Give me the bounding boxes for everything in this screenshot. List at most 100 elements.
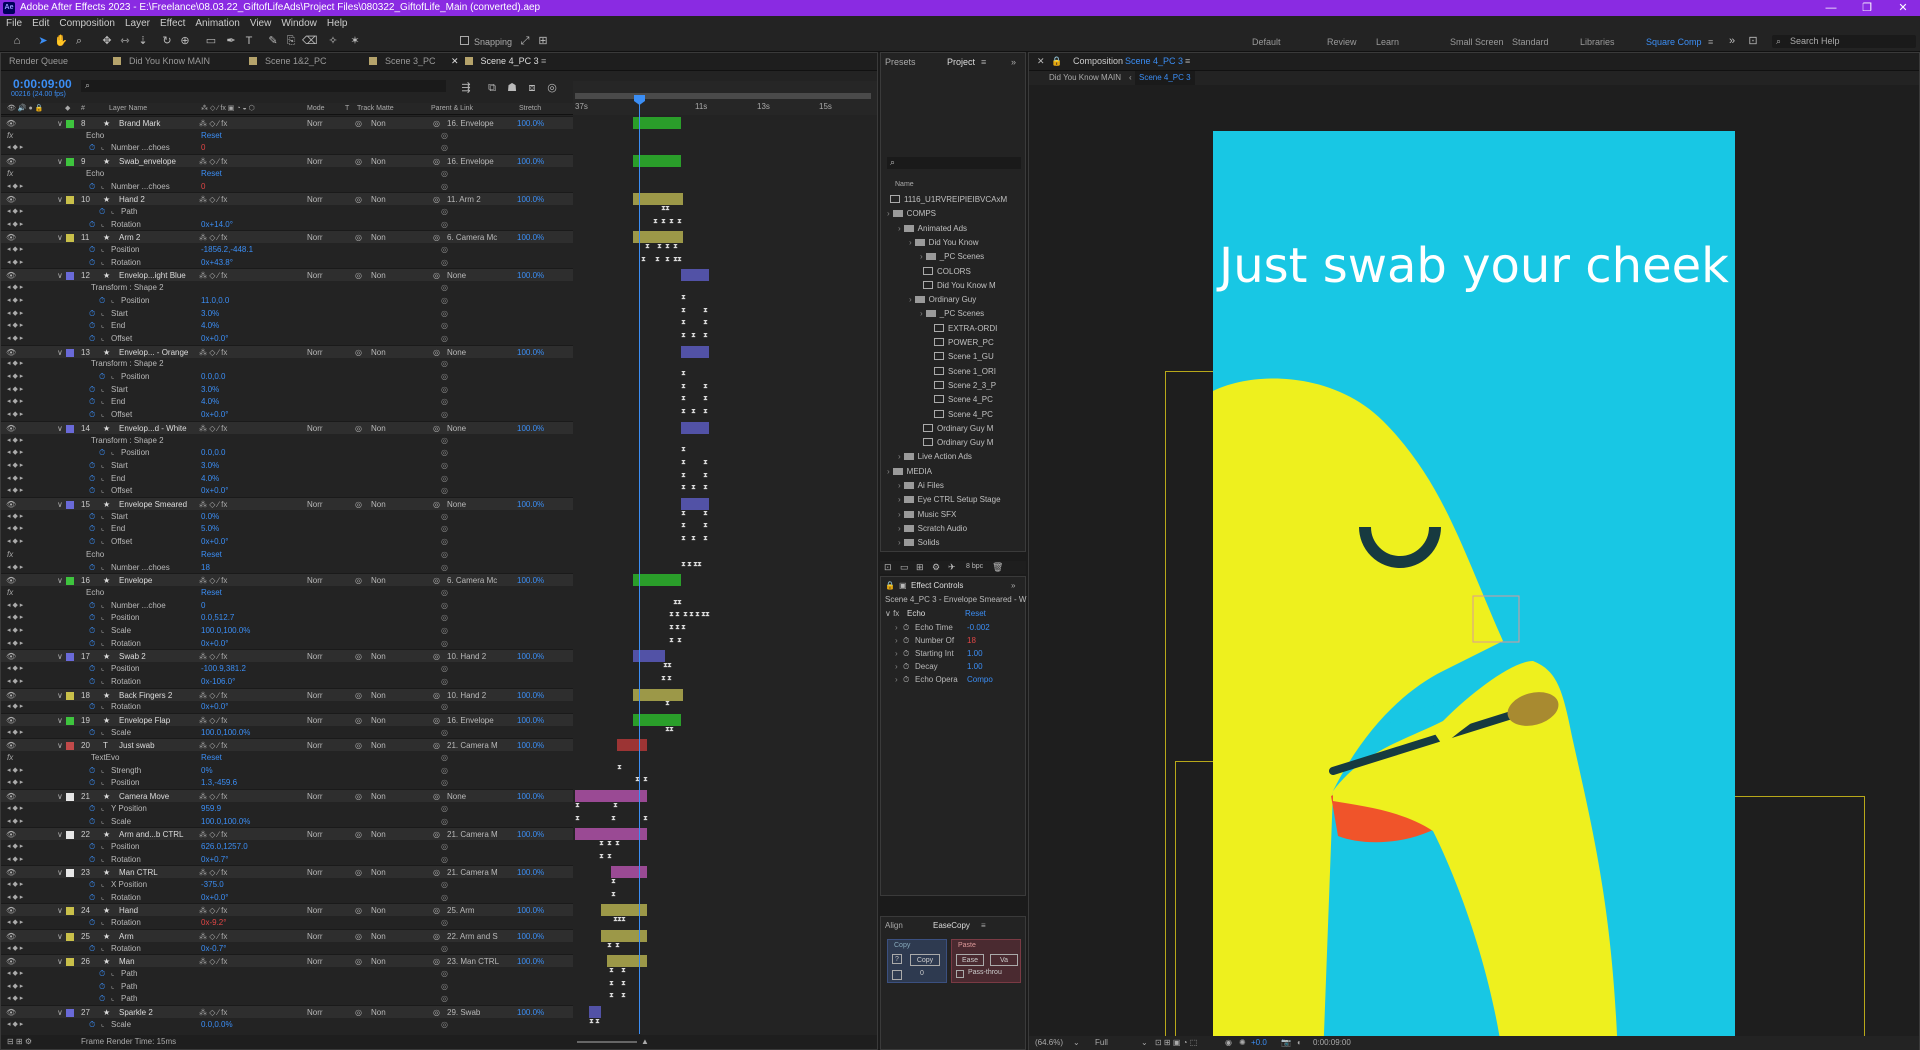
layer-row[interactable]: 👁 ∨ 8 ★ Brand Mark ⁂ ◇ ∕ fx Norr ◎ Non ◎ 16. Envel… [1, 116, 573, 129]
ease-button[interactable]: Ease [956, 954, 984, 966]
property-value[interactable]: 100.0,100.0% [201, 624, 250, 637]
layer-duration-bar[interactable] [633, 714, 681, 726]
chevron-icon[interactable]: › [887, 467, 890, 476]
property-row[interactable]: ◂ ◆ ▸ ⏱ ⌞ Position 11.0,0.0 ◎ [1, 294, 573, 307]
value-button[interactable]: Va [990, 954, 1018, 966]
keyframe-icon[interactable]: ⧗ [677, 218, 682, 226]
property-value[interactable]: 0x+0.0° [201, 700, 228, 713]
property-row[interactable]: ◂ ◆ ▸ ⏱ ⌞ Scale 100.0,100.0% ◎ [1, 624, 573, 637]
keyframe-icon[interactable]: ⧗ [703, 484, 708, 492]
anchor-tool-icon[interactable]: ⊕ [178, 34, 192, 48]
stopwatch-icon[interactable]: ⏱ [99, 205, 105, 218]
copy-button[interactable]: Copy [910, 954, 940, 966]
property-value[interactable]: 626.0,1257.0 [201, 840, 248, 853]
keyframe-nav-icon[interactable]: ◂ ◆ ▸ [7, 281, 23, 294]
label-color-icon[interactable] [66, 831, 74, 839]
keyframe-icon[interactable]: ⧗ [681, 408, 686, 416]
clipboard-icon[interactable] [892, 970, 902, 980]
project-item[interactable]: › Music SFX [898, 508, 956, 522]
keyframe-icon[interactable]: ⧗ [705, 611, 710, 619]
stopwatch-icon[interactable]: ⏱ [99, 967, 105, 980]
expression-pickwhip-icon[interactable]: ◎ [441, 294, 448, 307]
effect-property-value[interactable]: Compo [967, 675, 993, 684]
keyframe-icon[interactable]: ⧗ [681, 294, 686, 302]
stopwatch-icon[interactable]: ⏱ [89, 662, 95, 675]
tab-presets[interactable]: Presets [885, 57, 916, 67]
graph-icon[interactable]: ⌞ [111, 992, 114, 1005]
project-item[interactable]: › MEDIA [887, 465, 932, 479]
stopwatch-icon[interactable]: ⏱ [903, 675, 909, 685]
stopwatch-icon[interactable]: ⏱ [99, 446, 105, 459]
label-color-icon[interactable] [66, 869, 74, 877]
interpret-footage-icon[interactable]: ⊡ [884, 562, 892, 573]
graph-icon[interactable]: ⌞ [101, 332, 104, 345]
stopwatch-icon[interactable]: ⏱ [89, 840, 95, 853]
property-row[interactable]: ◂ ◆ ▸ ⏱ ⌞ End 4.0% ◎ [1, 395, 573, 408]
property-row[interactable]: fx Echo Reset ◎ [1, 586, 573, 599]
show-snapshot-icon[interactable]: ◐ [1297, 1036, 1302, 1050]
keyframe-nav-icon[interactable]: ◂ ◆ ▸ [7, 662, 23, 675]
property-row[interactable]: ◂ ◆ ▸ ⏱ ⌞ Rotation 0x-106.0° ◎ [1, 675, 573, 688]
label-color-icon[interactable] [66, 158, 74, 166]
property-value[interactable]: 0x-106.0° [201, 675, 235, 688]
property-row[interactable]: ◂ ◆ ▸ ⏱ ⌞ Offset 0x+0.0° ◎ [1, 484, 573, 497]
keyframe-icon[interactable]: ⧗ [681, 522, 686, 530]
project-item[interactable]: › Solids [898, 536, 939, 550]
menu-item-composition[interactable]: Composition [59, 18, 115, 29]
new-comp-icon[interactable]: ⊞ [916, 562, 924, 573]
project-item[interactable]: Scene 4_PC [931, 408, 993, 422]
pan-tool-icon[interactable]: ⇿ [118, 34, 132, 48]
lock-icon[interactable]: 🔒 [885, 581, 895, 590]
tab-render-queue[interactable]: Render Queue [9, 56, 68, 66]
project-item[interactable]: EXTRA-ORDI [931, 322, 997, 336]
expression-pickwhip-icon[interactable]: ◎ [441, 776, 448, 789]
panel-overflow-icon[interactable]: » [1011, 581, 1015, 590]
label-color-icon[interactable] [66, 793, 74, 801]
keyframe-icon[interactable]: ⧗ [613, 802, 618, 810]
snap-grid-icon[interactable]: ⊞ [536, 34, 550, 48]
keyframe-nav-icon[interactable]: ◂ ◆ ▸ [7, 522, 23, 535]
keyframe-icon[interactable]: ⧗ [681, 535, 686, 543]
label-color-icon[interactable] [66, 692, 74, 700]
panel-menu-icon[interactable]: ≡ [541, 56, 546, 66]
keyframe-icon[interactable]: ⧗ [607, 853, 612, 861]
keyframe-icon[interactable]: ⧗ [655, 256, 660, 264]
label-color-icon[interactable] [66, 933, 74, 941]
keyframe-icon[interactable]: ⧗ [611, 878, 616, 886]
keyframe-icon[interactable]: ⧗ [697, 561, 702, 569]
graph-icon[interactable]: ⌞ [101, 522, 104, 535]
graph-icon[interactable]: ⌞ [101, 840, 104, 853]
expression-pickwhip-icon[interactable]: ◎ [441, 1018, 448, 1031]
property-value[interactable]: Reset [201, 586, 222, 599]
graph-icon[interactable]: ⌞ [111, 370, 114, 383]
new-folder-icon[interactable]: ▭ [900, 562, 909, 573]
chevron-icon[interactable]: › [895, 636, 898, 645]
keyframe-icon[interactable]: ⧗ [661, 675, 666, 683]
keyframe-icon[interactable]: ⧗ [609, 992, 614, 1000]
layer-row[interactable]: 👁 ∨ 19 ★ Envelope Flap ⁂ ◇ ∕ fx Norr ◎ Non ◎ 16. E… [1, 713, 573, 726]
expression-pickwhip-icon[interactable]: ◎ [441, 624, 448, 637]
keyframe-icon[interactable]: ⧗ [607, 840, 612, 848]
expression-pickwhip-icon[interactable]: ◎ [441, 395, 448, 408]
keyframe-nav-icon[interactable]: ◂ ◆ ▸ [7, 294, 23, 307]
chevron-icon[interactable]: › [898, 524, 901, 533]
timeline-track-area[interactable]: 37s 11s 13s 15s ⧗ ⧗ ⧗ ⧗ ⧗ ⧗ ⧗ ⧗ ⧗ ⧗ ⧗ ⧗ ⧗ ⧗ ⧗ ⧗ ⧗ ⧗ ⧗ ⧗ ⧗ ⧗ ⧗ ⧗ ⧗ ⧗ ⧗… [573, 81, 877, 1034]
keyframe-icon[interactable]: ⧗ [669, 218, 674, 226]
keyframe-icon[interactable]: ⧗ [703, 510, 708, 518]
layer-duration-bar[interactable] [681, 498, 709, 510]
keyframe-icon[interactable]: ⧗ [611, 891, 616, 899]
property-row[interactable]: ◂ ◆ ▸ ⏱ ⌞ Path ◎ [1, 992, 573, 1005]
chevron-icon[interactable]: › [898, 481, 901, 490]
layer-search-input[interactable]: ⌕ [81, 80, 446, 92]
delete-icon[interactable]: 🗑 [992, 562, 1003, 573]
keyframe-icon[interactable]: ⧗ [653, 218, 658, 226]
layer-duration-bar[interactable] [601, 930, 647, 942]
tab-scene-3-pc[interactable]: Scene 3_PC [369, 56, 436, 66]
stopwatch-icon[interactable]: ⏱ [99, 992, 105, 1005]
graph-icon[interactable]: ⌞ [101, 484, 104, 497]
menu-item-effect[interactable]: Effect [160, 18, 185, 29]
property-row[interactable]: ◂ ◆ ▸ ⏱ ⌞ Start 3.0% ◎ [1, 459, 573, 472]
stopwatch-icon[interactable]: ⏱ [89, 611, 95, 624]
shy-layers-icon[interactable]: ☗ [505, 81, 519, 95]
composition-tab-name[interactable]: Scene 4_PC 3 [1125, 56, 1183, 66]
